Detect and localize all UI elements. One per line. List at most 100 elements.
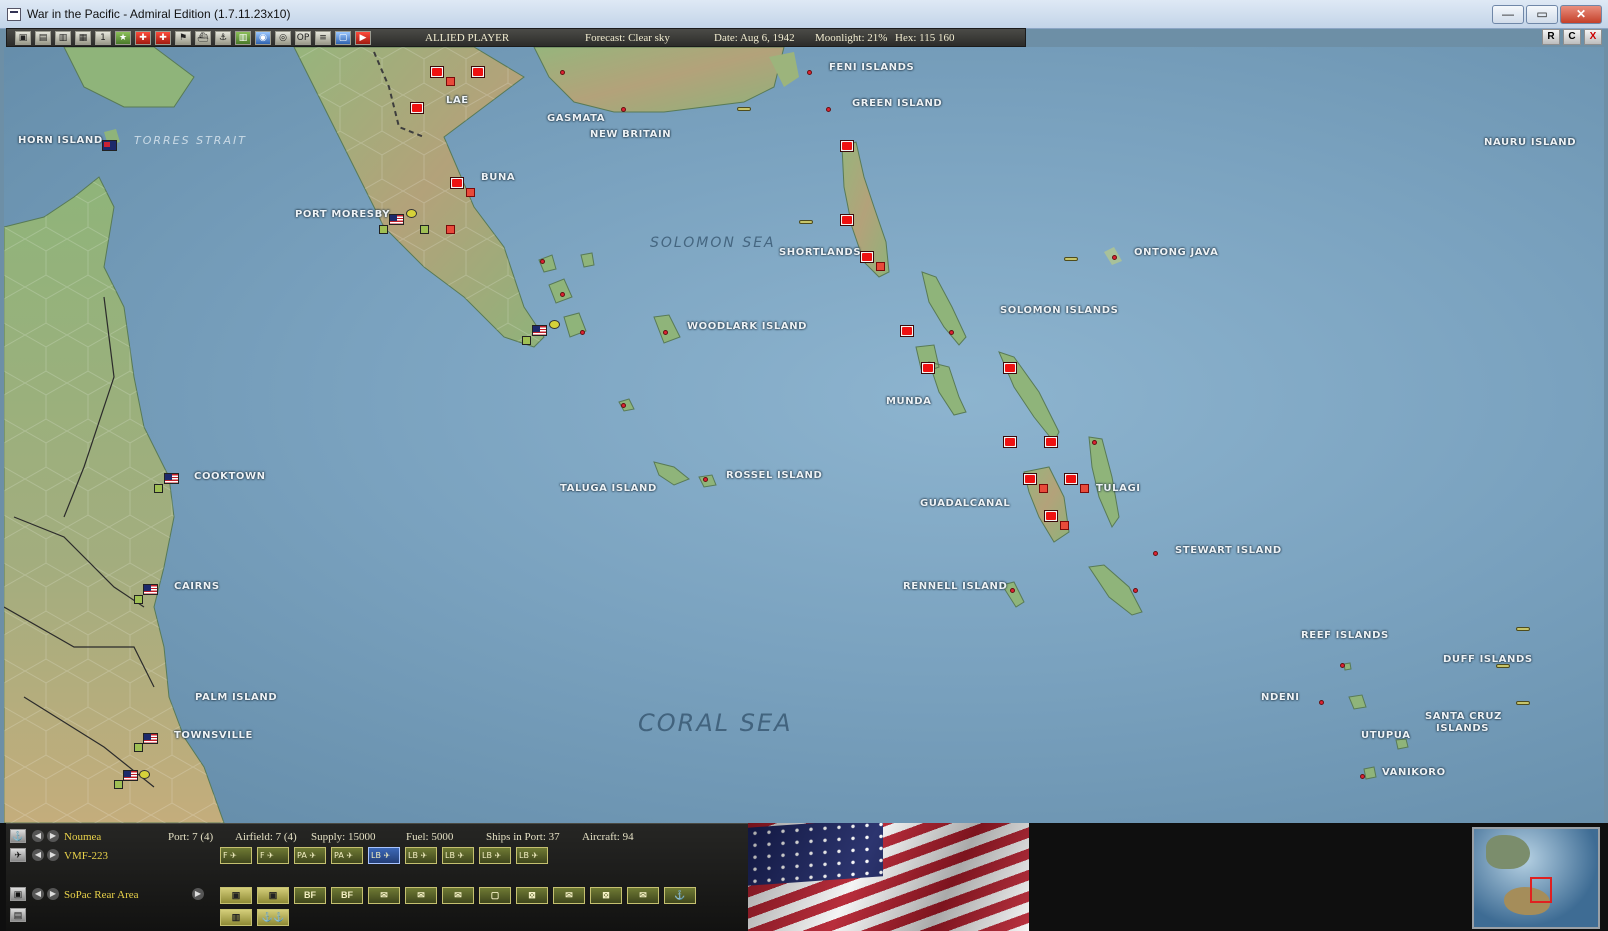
japanese-airfield-marker[interactable] xyxy=(1060,521,1069,530)
japanese-airfield-marker[interactable] xyxy=(1080,484,1089,493)
area-button-bf-2[interactable]: BF xyxy=(331,887,363,904)
place-cairns[interactable]: CAIRNS xyxy=(174,581,220,592)
misc-button-1[interactable]: ▥ xyxy=(220,909,252,926)
minimize-button[interactable]: — xyxy=(1492,5,1524,24)
ship-task-force[interactable] xyxy=(1496,664,1510,668)
report-button[interactable]: R xyxy=(1542,29,1560,45)
air-mission-bomber-selected[interactable]: LB ✈ xyxy=(368,847,400,864)
place-rossel[interactable]: ROSSEL ISLAND xyxy=(726,470,822,481)
base-dot[interactable] xyxy=(1319,700,1324,705)
place-taluga[interactable]: TALUGA ISLAND xyxy=(560,483,657,494)
anchor-icon[interactable]: ⚓ xyxy=(215,31,231,45)
place-townsville[interactable]: TOWNSVILLE xyxy=(174,730,253,741)
air-mission-patrol-2[interactable]: PA ✈ xyxy=(331,847,363,864)
air-unit-icon[interactable] xyxy=(139,770,150,779)
base-dot[interactable] xyxy=(826,107,831,112)
place-santa-cruz-islands[interactable]: ISLANDS xyxy=(1436,723,1489,734)
globe-icon[interactable]: ◉ xyxy=(255,31,271,45)
ship-icon[interactable]: ⛴ xyxy=(195,31,211,45)
air-mission-fighter[interactable]: F ✈ xyxy=(220,847,252,864)
base-dot[interactable] xyxy=(1153,551,1158,556)
exit-game-button[interactable]: X xyxy=(1584,29,1602,45)
japanese-base-marker[interactable] xyxy=(860,251,874,263)
allied-airfield-marker[interactable] xyxy=(522,336,531,345)
ship-task-force[interactable] xyxy=(737,107,751,111)
base-dot[interactable] xyxy=(580,330,585,335)
target-icon[interactable]: ◎ xyxy=(275,31,291,45)
japanese-base-marker[interactable] xyxy=(840,214,854,226)
japanese-airfield-marker[interactable] xyxy=(466,188,475,197)
allied-base-marker[interactable] xyxy=(123,770,138,781)
air-mission-fighter-2[interactable]: F ✈ xyxy=(257,847,289,864)
place-reef-islands[interactable]: REEF ISLANDS xyxy=(1301,630,1389,641)
place-ontong-java[interactable]: ONTONG JAVA xyxy=(1134,247,1218,258)
hq-expand-arrow[interactable]: ▶ xyxy=(192,888,204,900)
allied-airfield-marker[interactable] xyxy=(134,743,143,752)
japanese-airfield-marker[interactable] xyxy=(446,77,455,86)
ship-task-force[interactable] xyxy=(1516,627,1530,631)
allied-airfield-marker[interactable] xyxy=(134,595,143,604)
japanese-airfield-marker[interactable] xyxy=(446,225,455,234)
base-dot[interactable] xyxy=(949,330,954,335)
base-dot[interactable] xyxy=(1360,774,1365,779)
close-button[interactable]: ✕ xyxy=(1560,5,1602,24)
hq-icon[interactable]: ▣ xyxy=(10,887,26,901)
place-guadalcanal[interactable]: GUADALCANAL xyxy=(920,498,1010,509)
place-woodlark[interactable]: WOODLARK ISLAND xyxy=(687,321,807,332)
japanese-base-marker[interactable] xyxy=(430,66,444,78)
place-munda[interactable]: MUNDA xyxy=(886,396,931,407)
air-unit-name[interactable]: VMF-223 xyxy=(64,850,108,862)
aircraft-count[interactable]: Aircraft: 94 xyxy=(582,831,634,843)
allied-base-marker[interactable] xyxy=(164,473,179,484)
japanese-base-marker[interactable] xyxy=(471,66,485,78)
area-button-8[interactable]: ▢ xyxy=(479,887,511,904)
base-dot[interactable] xyxy=(807,70,812,75)
next-hq-arrow[interactable]: ▶ xyxy=(47,888,59,900)
place-new-britain[interactable]: NEW BRITAIN xyxy=(590,129,671,140)
cross-icon-2[interactable]: ✚ xyxy=(155,31,171,45)
cross-icon[interactable]: ✚ xyxy=(135,31,151,45)
place-lae[interactable]: LAE xyxy=(446,95,469,106)
japanese-base-marker[interactable] xyxy=(1044,510,1058,522)
air-unit-icon[interactable]: ✈ xyxy=(10,848,26,862)
place-vanikoro[interactable]: VANIKORO xyxy=(1382,767,1446,778)
place-solomon-islands[interactable]: SOLOMON ISLANDS xyxy=(1000,305,1118,316)
japanese-base-marker[interactable] xyxy=(1003,362,1017,374)
prev-air-unit-arrow[interactable]: ◀ xyxy=(32,849,44,861)
allied-base-marker[interactable] xyxy=(143,733,158,744)
area-button-7[interactable]: ✉ xyxy=(442,887,474,904)
base-dot[interactable] xyxy=(1092,440,1097,445)
ops-icon[interactable]: OP xyxy=(295,31,311,45)
base-dot[interactable] xyxy=(663,330,668,335)
config-button[interactable]: C xyxy=(1563,29,1581,45)
place-green-island[interactable]: GREEN ISLAND xyxy=(852,98,942,109)
base-dot[interactable] xyxy=(560,70,565,75)
place-tulagi[interactable]: TULAGI xyxy=(1096,483,1141,494)
air-mission-bomber[interactable]: LB ✈ xyxy=(516,847,548,864)
air-unit-icon[interactable] xyxy=(549,320,560,329)
area-button-11[interactable]: ⊠ xyxy=(590,887,622,904)
allied-base-marker[interactable] xyxy=(532,325,547,336)
base-dot[interactable] xyxy=(621,107,626,112)
minimap-viewport[interactable] xyxy=(1530,877,1552,903)
japanese-base-marker[interactable] xyxy=(1003,436,1017,448)
allied-airfield-marker[interactable] xyxy=(420,225,429,234)
save-icon[interactable]: ▤ xyxy=(10,908,26,922)
base-name[interactable]: Noumea xyxy=(64,831,101,843)
allied-base-marker[interactable] xyxy=(143,584,158,595)
japanese-airfield-marker[interactable] xyxy=(1039,484,1048,493)
area-button-5[interactable]: ✉ xyxy=(368,887,400,904)
base-dot[interactable] xyxy=(560,292,565,297)
area-button-12[interactable]: ✉ xyxy=(627,887,659,904)
play-turn-icon[interactable]: ▶ xyxy=(355,31,371,45)
minimap[interactable] xyxy=(1472,827,1600,929)
toolbar-icon-5[interactable]: 1 xyxy=(95,31,111,45)
toolbar-icon-2[interactable]: ▤ xyxy=(35,31,51,45)
allied-airfield-marker[interactable] xyxy=(114,780,123,789)
prev-base-arrow[interactable]: ◀ xyxy=(32,830,44,842)
toolbar-icon-1[interactable]: ▣ xyxy=(15,31,31,45)
allied-base-marker[interactable] xyxy=(389,214,404,225)
place-nauru[interactable]: NAURU ISLAND xyxy=(1484,137,1576,148)
star-icon[interactable]: ★ xyxy=(115,31,131,45)
area-button-10[interactable]: ✉ xyxy=(553,887,585,904)
